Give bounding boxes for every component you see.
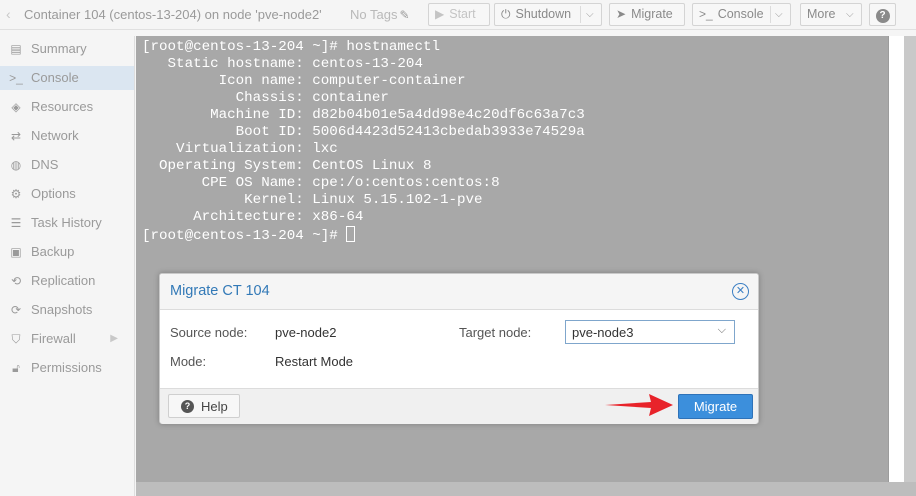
task-history-icon: ☰ (10, 216, 22, 230)
sidebar-item-backup[interactable]: ▣ Backup (0, 240, 134, 264)
shutdown-label: Shutdown (515, 7, 572, 21)
terminal-line: Icon name: computer-container (142, 73, 466, 89)
terminal-line: Boot ID: 5006d4423d52413cbedab3933e74529… (142, 124, 585, 140)
dns-icon: ◍ (10, 158, 22, 172)
help-label: Help (201, 399, 228, 414)
tags-label: No Tags (350, 7, 398, 22)
sidebar-item-permissions[interactable]: 🔓︎ Permissions (0, 356, 134, 380)
arrow-annotation-icon (605, 394, 673, 416)
target-node-label: Target node: (459, 325, 532, 340)
sidebar-item-label: Replication (31, 273, 96, 288)
sidebar-item-label: Resources (31, 99, 94, 114)
sidebar-item-task-history[interactable]: ☰ Task History (0, 211, 134, 235)
console-gutter (904, 36, 916, 482)
source-node-value: pve-node2 (275, 325, 337, 340)
terminal-line: Virtualization: lxc (142, 141, 338, 157)
console-toolbar-label: Console (717, 7, 764, 21)
terminal-line: Chassis: container (142, 90, 389, 106)
dialog-title: Migrate CT 104 (170, 283, 270, 299)
sidebar: ▤ Summary >_ Console ◈ Resources ⇄ Netwo… (0, 36, 135, 496)
pencil-icon[interactable]: ✎ (399, 8, 409, 22)
play-icon: ▶ (435, 7, 445, 21)
migrate-button[interactable]: Migrate (678, 394, 753, 419)
summary-icon: ▤ (10, 42, 22, 56)
snapshots-icon: ⟳ (10, 303, 22, 317)
sidebar-item-network[interactable]: ⇄ Network (0, 124, 134, 148)
resources-icon: ◈ (11, 100, 21, 114)
tags-field[interactable]: No Tags ✎ (350, 7, 410, 22)
dialog-header: Migrate CT 104 ✕ (160, 274, 758, 310)
sidebar-item-label: Task History (31, 215, 102, 230)
terminal-line: Static hostname: centos-13-204 (142, 56, 423, 72)
console-icon: >_ (9, 71, 23, 85)
sidebar-item-options[interactable]: ⚙ Options (0, 182, 134, 206)
terminal-line: Kernel: Linux 5.15.102-1-pve (142, 192, 483, 208)
chevron-left-icon: ‹ (6, 6, 11, 22)
terminal-line: CPE OS Name: cpe:/o:centos:centos:8 (142, 175, 500, 191)
terminal-cursor (346, 226, 356, 242)
sidebar-item-label: Snapshots (31, 302, 93, 317)
chevron-down-icon[interactable]: ⌵ (775, 4, 783, 25)
top-toolbar: ‹ Container 104 (centos-13-204) on node … (0, 0, 916, 30)
power-icon: ⏻ (501, 7, 511, 21)
sidebar-item-label: Backup (31, 244, 75, 259)
sidebar-item-resources[interactable]: ◈ Resources (0, 95, 134, 119)
terminal-line: [root@centos-13-204 ~]# hostnamectl (142, 39, 440, 55)
permissions-icon: 🔓︎ (12, 361, 20, 375)
sidebar-item-label: Options (31, 186, 76, 201)
target-node-value: pve-node3 (572, 325, 634, 340)
start-button[interactable]: ▶ Start (428, 3, 490, 26)
console-panel: [root@centos-13-204 ~]# hostnamectl Stat… (136, 36, 916, 496)
terminal-icon: >_ (699, 7, 713, 21)
sidebar-item-label: Firewall (31, 331, 76, 346)
console-toolbar-button[interactable]: >_ Console ⌵ (692, 3, 791, 26)
sidebar-item-label: Console (31, 70, 79, 85)
page-title: Container 104 (centos-13-204) on node 'p… (24, 7, 322, 22)
gear-icon: ⚙ (10, 187, 22, 201)
question-icon: ? (181, 400, 194, 413)
help-toolbar-button[interactable]: ? (869, 3, 896, 26)
mode-value: Restart Mode (275, 354, 354, 369)
migrate-toolbar-label: Migrate (631, 7, 673, 21)
terminal-line: Architecture: x86-64 (142, 209, 364, 225)
replication-icon: ⟲ (10, 274, 22, 288)
shutdown-button[interactable]: ⏻ Shutdown ⌵ (494, 3, 602, 26)
sidebar-item-label: Network (31, 128, 79, 143)
sidebar-item-console[interactable]: >_ Console (0, 66, 134, 90)
more-button[interactable]: More ⌵ (800, 3, 862, 26)
network-icon: ⇄ (10, 129, 22, 143)
mode-label: Mode: (170, 354, 207, 369)
send-icon: ➤ (616, 7, 627, 21)
migrate-toolbar-button[interactable]: ➤ Migrate (609, 3, 685, 26)
terminal-line: Operating System: CentOS Linux 8 (142, 158, 432, 174)
question-icon: ? (875, 9, 890, 23)
chevron-down-icon[interactable]: ⌵ (586, 4, 594, 25)
sidebar-item-label: Summary (31, 41, 87, 56)
chevron-down-icon[interactable]: ⌵ (718, 324, 726, 337)
terminal-output: [root@centos-13-204 ~]# hostnamectl Stat… (142, 39, 888, 245)
target-node-select[interactable]: pve-node3 ⌵ (565, 320, 735, 344)
sidebar-item-label: DNS (31, 157, 59, 172)
sidebar-item-replication[interactable]: ⟲ Replication (0, 269, 134, 293)
sidebar-item-summary[interactable]: ▤ Summary (0, 37, 134, 61)
source-node-label: Source node: (170, 325, 248, 340)
sidebar-item-dns[interactable]: ◍ DNS (0, 153, 134, 177)
terminal-prompt: [root@centos-13-204 ~]# (142, 228, 347, 244)
terminal-line: Machine ID: d82b04b01e5a4dd98e4c20df6c63… (142, 107, 585, 123)
help-button[interactable]: ? Help (168, 394, 240, 418)
sidebar-item-snapshots[interactable]: ⟳ Snapshots (0, 298, 134, 322)
sidebar-item-firewall[interactable]: ⛉ Firewall ▶ (0, 327, 134, 351)
firewall-icon: ⛉ (11, 332, 21, 346)
more-label: More (807, 7, 836, 21)
close-icon[interactable]: ✕ (732, 283, 749, 300)
console-scrollbar[interactable] (888, 36, 904, 482)
chevron-right-icon: ▶ (110, 333, 118, 344)
start-label: Start (449, 7, 476, 21)
sidebar-item-label: Permissions (31, 360, 102, 375)
chevron-down-icon: ⌵ (846, 9, 854, 20)
backup-icon: ▣ (10, 245, 22, 259)
